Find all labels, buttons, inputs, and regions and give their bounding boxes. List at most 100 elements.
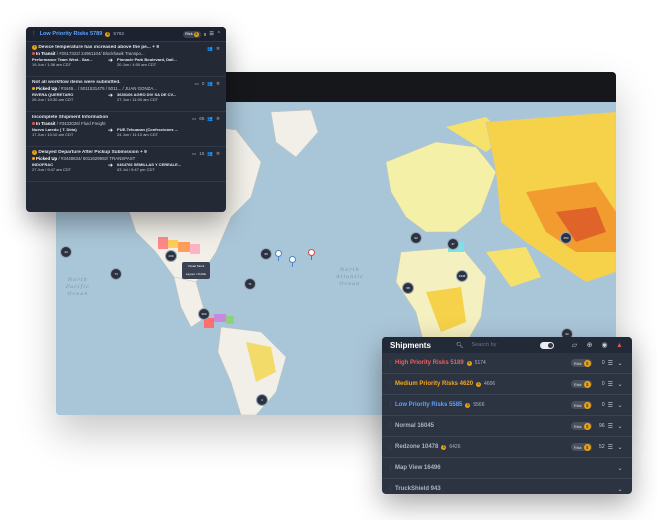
- shipment-group-row[interactable]: ⋮ High Priority Risks 5189 $5174 Risk $ 0 ☰ ⌄: [382, 353, 632, 374]
- map-cluster[interactable]: 74: [110, 268, 122, 280]
- shipment-group-name: Medium Priority Risks 4620: [395, 381, 474, 387]
- drag-handle-icon[interactable]: ⋮: [388, 381, 393, 387]
- risk-pill[interactable]: Risk $: [570, 443, 592, 451]
- comment-icon[interactable]: ▭: [192, 116, 196, 122]
- alert-panel-header: ⋮ Low Priority Risks 5789 $ 5762 Risk $ 0…: [26, 27, 226, 42]
- assign-user-icon[interactable]: 👥: [207, 46, 213, 52]
- folder-icon[interactable]: ▱: [570, 341, 579, 349]
- chevron-down-icon[interactable]: ⌄: [616, 444, 624, 451]
- risk-pill[interactable]: Risk $: [570, 422, 592, 430]
- drag-handle-icon[interactable]: ⋮: [388, 360, 393, 366]
- map-cluster[interactable]: 4: [256, 394, 268, 406]
- origin-time: 27 Jun / 9:47 am CDT: [32, 167, 72, 172]
- map-cluster[interactable]: 47: [447, 238, 459, 250]
- map-cluster[interactable]: 92: [410, 232, 422, 244]
- shipments-title: Shipments: [390, 340, 431, 350]
- drag-handle-icon[interactable]: ⋮: [388, 465, 393, 471]
- shipment-group-row[interactable]: ⋮ Low Priority Risks 5585 $5566 Risk $ 0 ☰ ⌄: [382, 395, 632, 416]
- shipments-panel: Shipments 🔍︎ ▱ ⊕ ◉ ▲ ⋮High Priority Risk…: [382, 337, 632, 494]
- add-icon[interactable]: ⊕: [585, 341, 594, 349]
- drag-handle-icon[interactable]: ⋮: [388, 444, 393, 450]
- comment-icon[interactable]: ▭: [192, 151, 196, 157]
- eye-icon[interactable]: ◉: [600, 341, 609, 349]
- chevron-down-icon[interactable]: ⌄: [616, 402, 624, 409]
- chevron-up-icon[interactable]: ⌃: [217, 31, 221, 37]
- risk-pill[interactable]: Risk $: [570, 380, 592, 388]
- chevron-down-icon[interactable]: ⌄: [616, 486, 624, 493]
- settings-icon[interactable]: ✲: [216, 151, 220, 157]
- assign-user-icon[interactable]: 👥: [207, 81, 213, 87]
- origin-time: 17 Jun / 10:10 am CDT: [32, 132, 74, 137]
- filter-icon[interactable]: ☰: [608, 360, 613, 367]
- search-input[interactable]: [469, 341, 534, 349]
- map-cluster[interactable]: 239: [165, 250, 177, 262]
- map-cluster[interactable]: 1948: [456, 270, 468, 282]
- chevron-down-icon[interactable]: ⌄: [616, 381, 624, 388]
- risk-pill[interactable]: Risk $: [183, 30, 201, 38]
- drag-handle-icon[interactable]: ⋮: [388, 402, 393, 408]
- drag-handle-icon[interactable]: ⋮: [388, 423, 393, 429]
- shipment-group-row[interactable]: ⋮ TruckShield 943 ⌄: [382, 479, 632, 494]
- filter-icon[interactable]: ☰: [608, 444, 613, 451]
- grip-icon[interactable]: ⋮: [31, 31, 37, 37]
- risk-pill[interactable]: Risk $: [570, 359, 592, 367]
- drag-handle-icon[interactable]: ⋮: [388, 486, 393, 492]
- filter-icon[interactable]: ☰: [209, 31, 213, 37]
- assign-user-icon[interactable]: 👥: [207, 116, 213, 122]
- arrow-right-icon: ➔: [108, 128, 114, 134]
- alert-item-title: Incomplete Shipment Information: [32, 115, 109, 120]
- destination-time: 03 Jul / 9:47 pm CDT: [117, 167, 155, 172]
- shipment-group-row[interactable]: ⋮ Redzone 10478 $6426 Risk $ 52 ☰ ⌄: [382, 437, 632, 458]
- alert-item[interactable]: ! Delayed Departure After Pickup Submiss…: [26, 147, 226, 182]
- search-icon[interactable]: 🔍︎: [456, 342, 464, 349]
- alert-item-status: Picked Up: [36, 156, 58, 161]
- shipment-group-row[interactable]: ⋮ Medium Priority Risks 4620 $4606 Risk $ 0 ☰ ⌄: [382, 374, 632, 395]
- chevron-down-icon[interactable]: ⌄: [616, 465, 624, 472]
- alert-item[interactable]: Incomplete Shipment Information In Trans…: [26, 112, 226, 147]
- destination-time: 24 Jun / 11:10 am CDT: [117, 132, 159, 137]
- shipment-group-count: 5566: [473, 402, 485, 408]
- status-dot-icon: [32, 87, 35, 90]
- map-cluster[interactable]: 250: [560, 232, 572, 244]
- map-cluster[interactable]: 68: [402, 282, 414, 294]
- risk-pill[interactable]: Risk $: [570, 401, 592, 409]
- settings-icon[interactable]: ✲: [216, 46, 220, 52]
- map-cluster[interactable]: 44: [60, 246, 72, 258]
- map-cluster[interactable]: 300: [198, 308, 210, 320]
- comment-icon[interactable]: ▭: [195, 81, 199, 87]
- shipment-group-name: Redzone 10478: [395, 444, 439, 450]
- shipment-group-row[interactable]: ⋮ Normal 16045 Risk $ 96 ☰ ⌄: [382, 416, 632, 437]
- settings-icon[interactable]: ✲: [216, 81, 220, 87]
- alert-item-status: Picked Up: [36, 86, 58, 91]
- alert-item[interactable]: ! Device temperature has increased above…: [26, 42, 226, 77]
- filter-icon[interactable]: ☰: [608, 381, 613, 388]
- view-toggle[interactable]: [539, 341, 554, 349]
- chevron-down-icon[interactable]: ⌄: [616, 360, 624, 367]
- shipment-group-row[interactable]: ⋮ Map View 16496 ⌄: [382, 458, 632, 479]
- filter-icon[interactable]: ☰: [608, 423, 613, 430]
- arrow-right-icon: ➔: [108, 93, 114, 99]
- north-atlantic-label: North Atlantic Ocean: [336, 267, 364, 287]
- coin-icon: $: [466, 360, 472, 366]
- shipment-group-name: TruckShield 943: [395, 486, 441, 492]
- comment-count: 0: [201, 81, 205, 86]
- map-pin-icon[interactable]: [275, 250, 282, 261]
- settings-icon[interactable]: ✲: [216, 116, 220, 122]
- alert-item-title: Delayed Departure After Pickup Submissio…: [38, 150, 147, 155]
- destination-time: 27 Jun / 11:00 am CDT: [117, 97, 159, 102]
- row-count-badge: 96: [599, 423, 605, 429]
- alert-bell-icon[interactable]: ▲: [615, 342, 624, 349]
- assign-user-icon[interactable]: 👥: [207, 151, 213, 157]
- chevron-down-icon[interactable]: ⌄: [616, 423, 624, 430]
- map-cluster[interactable]: 71: [244, 278, 256, 290]
- filter-icon[interactable]: ☰: [608, 402, 613, 409]
- row-count-badge: 52: [599, 444, 605, 450]
- map-cluster[interactable]: 99: [260, 248, 272, 260]
- origin-time: 19 Jun / 1:36 am CDT: [32, 62, 72, 67]
- shipment-group-name: Low Priority Risks 5585: [395, 402, 463, 408]
- map-pin-icon[interactable]: [308, 249, 315, 260]
- map-pin-icon[interactable]: [289, 256, 296, 267]
- origin-time: 26 Jun / 10:30 am CDT: [32, 97, 74, 102]
- alert-item[interactable]: Not all workflow items were submitted. P…: [26, 77, 226, 112]
- alert-panel-count: 5762: [113, 31, 125, 37]
